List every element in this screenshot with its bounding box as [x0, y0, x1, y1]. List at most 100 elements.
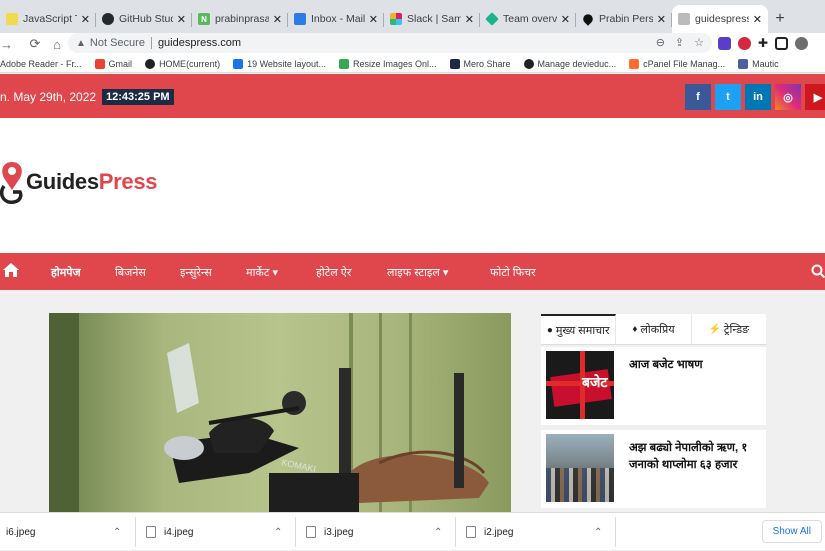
news-item[interactable]: बजेट आज बजेट भाषण [541, 347, 766, 425]
site-logo[interactable]: GuidesPress [0, 158, 158, 206]
download-filename: i3.jpeg [324, 526, 354, 538]
close-icon[interactable]: ✕ [561, 13, 570, 26]
tab-label: लोकप्रिय [640, 323, 675, 336]
tab-prabinprasain[interactable]: N prabinprasain ✕ [192, 5, 288, 33]
tab-popular[interactable]: ♦ लोकप्रिय [616, 314, 692, 344]
home-icon[interactable]: ⌂ [46, 37, 68, 52]
mail-icon [294, 13, 306, 25]
chevron-up-icon[interactable]: ⌃ [594, 527, 602, 538]
bookmark-gmail[interactable]: Gmail [94, 58, 133, 69]
cpanel-icon [629, 58, 640, 69]
bookmark-label: Manage devieduc... [537, 58, 617, 69]
home-icon[interactable] [2, 262, 20, 278]
bolt-icon: ⚡ [708, 323, 721, 335]
nav-item-homepage[interactable]: होमपेज [51, 265, 81, 280]
zoom-icon[interactable]: ⊖ [656, 36, 665, 49]
search-icon[interactable] [811, 264, 825, 278]
tab-label: मुख्य समाचार [555, 324, 610, 337]
bookmark-mautic[interactable]: Mautic [738, 58, 779, 69]
downloads-bar: i6.jpeg ⌃ i4.jpeg ⌃ i3.jpeg ⌃ i2.jpeg ⌃ … [0, 512, 825, 550]
address-bar[interactable]: ▲ Not Secure guidespress.com ⊖ ⇪ ☆ [68, 33, 712, 53]
divider [135, 517, 136, 547]
opera-icon[interactable] [738, 36, 751, 50]
linkedin-icon[interactable]: in [745, 84, 771, 110]
nav-item-photo-feature[interactable]: फोटो फिचर [490, 265, 536, 280]
tab-trending[interactable]: ⚡ ट्रेन्डिङ [692, 314, 766, 344]
bookmark-mero-share[interactable]: Mero Share [449, 58, 511, 69]
close-icon[interactable]: ✕ [465, 13, 474, 26]
bookmark-label: Adobe Reader - Fr... [0, 58, 82, 69]
new-tab-button[interactable]: + [768, 5, 792, 33]
reload-icon[interactable]: ⟳ [24, 36, 46, 52]
close-icon[interactable]: ✕ [657, 13, 666, 26]
news-title[interactable]: अझ बढ्यो नेपालीको ऋण, १ जनाको थाप्लोमा ६… [629, 440, 761, 504]
bookmark-adobe-reader[interactable]: Adobe Reader - Fr... [0, 59, 82, 69]
guidespress-icon [678, 13, 690, 25]
featured-image[interactable]: KOMAKI [49, 313, 511, 512]
chevron-up-icon[interactable]: ⌃ [274, 527, 282, 538]
bookmark-star-icon[interactable]: ☆ [694, 36, 704, 49]
close-icon[interactable]: ✕ [273, 13, 282, 26]
tab-team-overview[interactable]: Team overvie ✕ [480, 5, 576, 33]
tab-inbox-mail[interactable]: Inbox - Mail ✕ [288, 5, 384, 33]
tab-title: guidespress.c [695, 13, 749, 25]
extension-badge-icon[interactable] [718, 36, 731, 50]
sidepanel-icon[interactable] [775, 36, 789, 50]
resize-icon [338, 58, 349, 69]
tab-javascript[interactable]: JavaScript Tu ✕ [0, 5, 96, 33]
extensions-area: ✚ [718, 36, 809, 50]
tab-title: prabinprasain [215, 13, 269, 25]
bookmark-cpanel[interactable]: cPanel File Manag... [629, 58, 725, 69]
bookmark-website-layout[interactable]: 19 Website layout... [233, 58, 326, 69]
security-label: Not Secure [89, 37, 145, 49]
tab-guidespress[interactable]: guidespress.c ✕ [672, 5, 768, 33]
bookmark-label: Gmail [108, 58, 133, 69]
show-all-button[interactable]: Show All [761, 520, 822, 543]
forward-icon[interactable]: → [0, 37, 14, 52]
news-title[interactable]: आज बजेट भाषण [629, 357, 703, 421]
close-icon[interactable]: ✕ [369, 13, 378, 26]
tab-slack[interactable]: Slack | Samye ✕ [384, 5, 480, 33]
tab-prabin-personal[interactable]: Prabin Person ✕ [576, 5, 672, 33]
mautic-icon [738, 58, 749, 69]
bookmark-manage-devieduc[interactable]: Manage devieduc... [523, 58, 617, 69]
close-icon[interactable]: ✕ [177, 13, 186, 26]
youtube-icon[interactable]: ▶ [805, 84, 825, 110]
news-sidebar: ● मुख्य समाचार ♦ लोकप्रिय ⚡ ट्रेन्डिङ बज… [541, 314, 766, 508]
nav-item-insurance[interactable]: इन्सुरेन्स [180, 265, 212, 280]
twitter-icon[interactable]: t [715, 84, 741, 110]
tab-label: ट्रेन्डिङ [723, 323, 750, 336]
bookmark-resize-images[interactable]: Resize Images Onl... [338, 58, 437, 69]
nav-item-market[interactable]: मार्केट ▾ [246, 265, 278, 280]
tab-github[interactable]: GitHub Stude ✕ [96, 5, 192, 33]
avatar[interactable] [795, 36, 809, 50]
bookmark-label: 19 Website layout... [247, 58, 326, 69]
tab-main-news[interactable]: ● मुख्य समाचार [541, 314, 617, 344]
instagram-icon[interactable]: ◎ [775, 84, 801, 110]
bookmark-label: Resize Images Onl... [352, 58, 437, 69]
news-item[interactable]: अझ बढ्यो नेपालीको ऋण, १ जनाको थाप्लोमा ६… [541, 430, 766, 508]
download-item[interactable]: i3.jpeg ⌃ [306, 513, 454, 551]
download-item[interactable]: i6.jpeg ⌃ [0, 513, 132, 551]
close-icon[interactable]: ✕ [81, 13, 90, 26]
close-icon[interactable]: ✕ [753, 13, 762, 26]
download-item[interactable]: i4.jpeg ⌃ [146, 513, 294, 551]
file-icon [466, 526, 476, 538]
chevron-up-icon[interactable]: ⌃ [434, 527, 442, 538]
bookmark-label: Mero Share [463, 58, 511, 69]
arrow-icon [233, 58, 244, 69]
tab-title: Inbox - Mail [311, 13, 365, 25]
facebook-icon[interactable]: f [685, 84, 711, 110]
nav-item-hotel-air[interactable]: होटेल ऐर [316, 265, 351, 280]
drop-icon [581, 12, 595, 26]
chevron-up-icon[interactable]: ⌃ [113, 527, 121, 538]
share-icon[interactable]: ⇪ [675, 36, 684, 49]
puzzle-icon[interactable]: ✚ [758, 36, 768, 50]
divider [150, 37, 152, 49]
site-top-bar: n. May 29th, 2022 12:43:25 PM f t in ◎ ▶ [0, 74, 825, 118]
bookmark-home[interactable]: HOME(current) [145, 58, 220, 69]
nav-item-business[interactable]: बिजनेस [115, 265, 146, 280]
globe-icon [145, 58, 156, 69]
download-item[interactable]: i2.jpeg ⌃ [466, 513, 614, 551]
nav-item-lifestyle[interactable]: लाइफ स्टाइल ▾ [387, 265, 448, 280]
